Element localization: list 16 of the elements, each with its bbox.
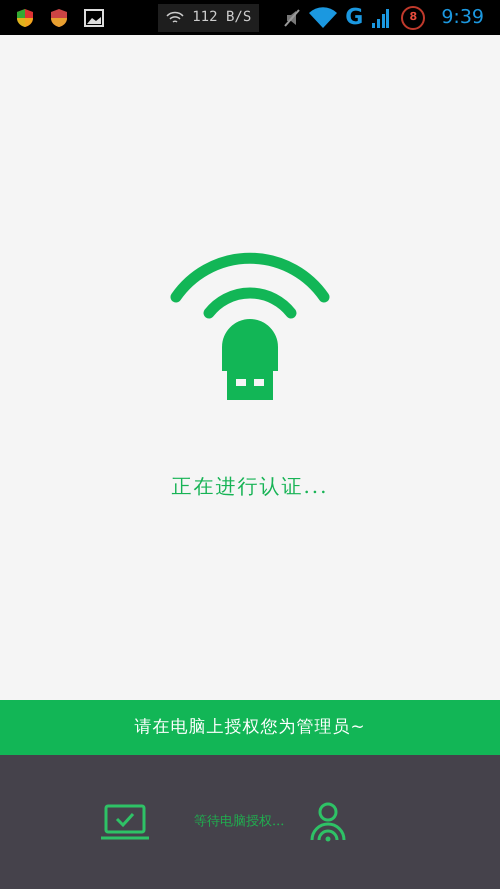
banner-text: 请在电脑上授权您为管理员~ — [134, 716, 366, 739]
network-speed: 112 B/S — [192, 8, 252, 27]
wifi-icon — [166, 10, 184, 24]
shield-icon — [50, 8, 68, 28]
image-icon — [84, 8, 104, 26]
waiting-text: 等待电脑授权... — [194, 813, 284, 832]
user-signal-icon — [310, 802, 346, 842]
clock: 9:39 — [441, 5, 484, 30]
network-type: G — [345, 6, 364, 28]
shield-icon — [16, 8, 34, 28]
signal-icon — [371, 8, 390, 28]
battery-indicator: 8 — [401, 6, 426, 30]
wifi-icon — [309, 6, 338, 28]
status-text: 正在进行认证... — [171, 473, 329, 500]
mute-icon — [283, 8, 302, 28]
laptop-check-icon — [100, 804, 150, 840]
